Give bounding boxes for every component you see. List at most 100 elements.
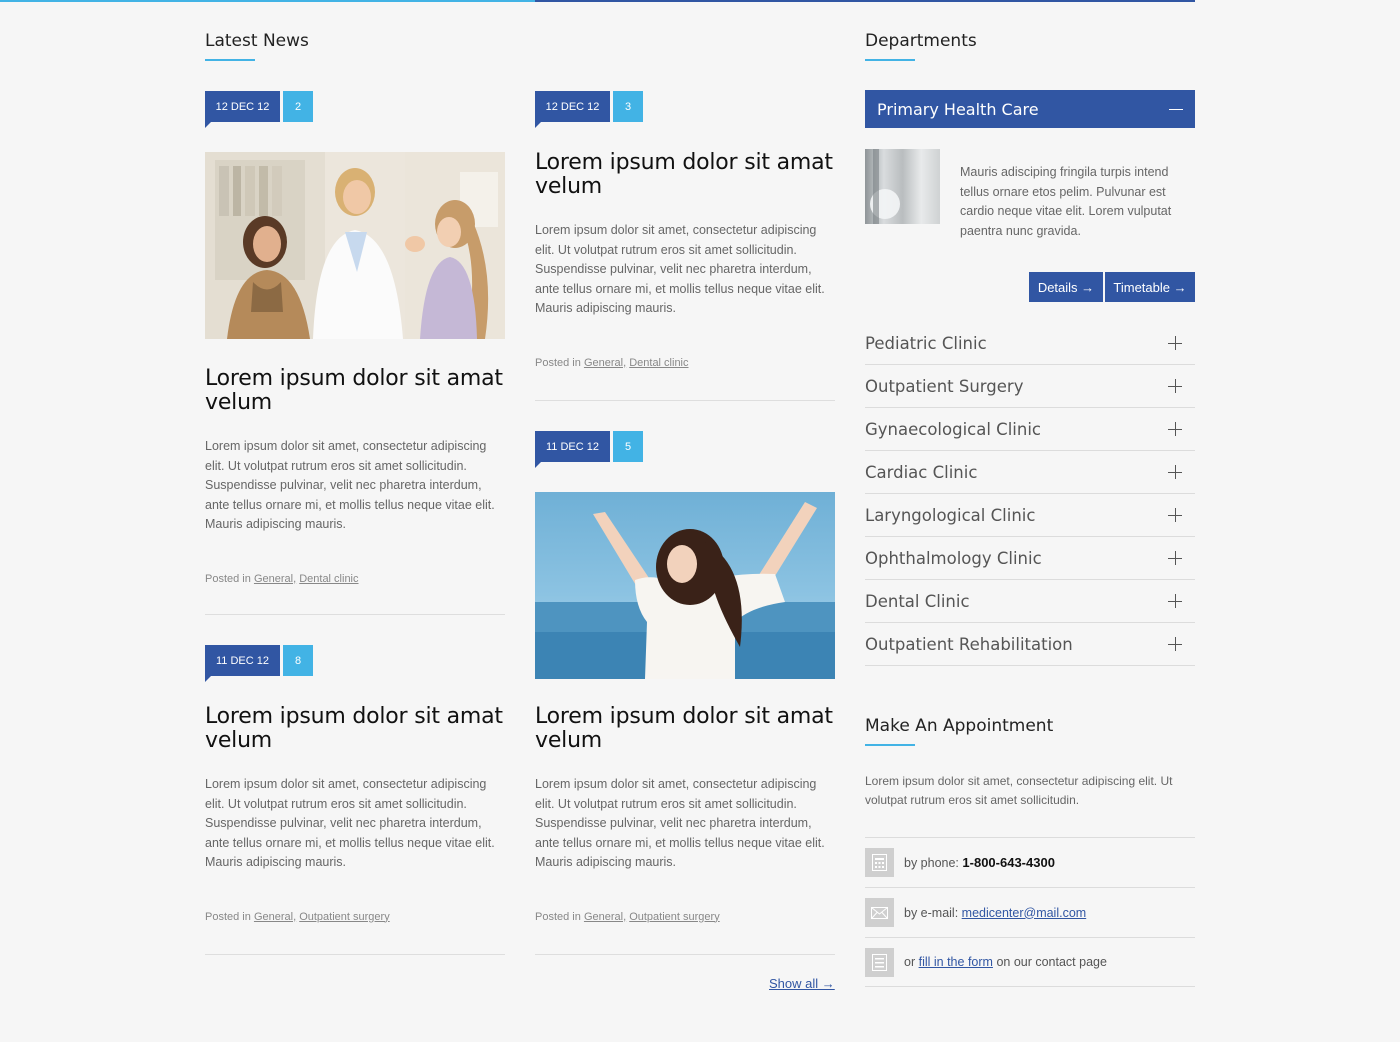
category-link[interactable]: Outpatient surgery — [629, 911, 720, 923]
posted-in: Posted in General, Dental clinic — [205, 573, 505, 585]
expand-plus-icon[interactable] — [1168, 336, 1182, 350]
posted-in-label: Posted in — [535, 910, 581, 923]
timetable-button[interactable]: Timetable → — [1105, 272, 1195, 302]
news-article: 11 DEC 12 8 Lorem ipsum dolor sit amat v… — [205, 645, 505, 923]
email-label: by e-mail: — [904, 905, 959, 920]
article-divider — [205, 614, 505, 615]
dept-item-label: Gynaecological Clinic — [865, 419, 1041, 439]
category-link[interactable]: Dental clinic — [629, 357, 688, 369]
date-badge: 11 DEC 12 8 — [205, 645, 505, 682]
dept-item-outpatient-surgery[interactable]: Outpatient Surgery — [865, 365, 1195, 408]
contact-phone-row: by phone: 1-800-643-4300 — [865, 837, 1195, 887]
date-badge: 11 DEC 12 5 — [535, 431, 835, 468]
article-title[interactable]: Lorem ipsum dolor sit amat velum — [205, 705, 505, 753]
article-date: 12 DEC 12 — [205, 91, 280, 128]
dept-item-dental-clinic[interactable]: Dental Clinic — [865, 580, 1195, 623]
appointment-text: Lorem ipsum dolor sit amet, consectetur … — [865, 774, 1173, 807]
news-article-body: Lorem ipsum dolor sit amat velum Lorem i… — [535, 705, 835, 923]
category-link[interactable]: Outpatient surgery — [299, 911, 390, 923]
dept-item-gynaecological-clinic[interactable]: Gynaecological Clinic — [865, 408, 1195, 451]
article-excerpt: Lorem ipsum dolor sit amet, consectetur … — [535, 777, 825, 869]
posted-in: Posted in General, Dental clinic — [535, 357, 835, 369]
dept-item-ophthalmology-clinic[interactable]: Ophthalmology Clinic — [865, 537, 1195, 580]
form-icon — [865, 947, 894, 977]
heading-underline — [205, 59, 255, 61]
article-date: 12 DEC 12 — [535, 91, 610, 128]
form-prefix: or — [904, 955, 916, 969]
article-date: 11 DEC 12 — [205, 645, 280, 682]
posted-in: Posted in General, Outpatient surgery — [535, 911, 835, 923]
collapse-minus-icon[interactable] — [1169, 108, 1183, 110]
article-excerpt: Lorem ipsum dolor sit amet, consectetur … — [205, 439, 495, 531]
category-link[interactable]: General, — [254, 573, 296, 585]
appointment-heading: Make An Appointment — [865, 716, 1054, 736]
dept-item-cardiac-clinic[interactable]: Cardiac Clinic — [865, 451, 1195, 494]
comment-count[interactable]: 5 — [613, 431, 643, 462]
article-title[interactable]: Lorem ipsum dolor sit amat velum — [205, 367, 505, 415]
expand-plus-icon[interactable] — [1168, 637, 1182, 651]
posted-in-label: Posted in — [535, 356, 581, 369]
phone-number[interactable]: 1-800-643-4300 — [962, 855, 1055, 870]
date-badge: 12 DEC 12 2 — [205, 91, 505, 128]
dept-thumbnail-image — [865, 149, 940, 224]
fill-form-link[interactable]: fill in the form — [919, 955, 993, 969]
form-suffix: on our contact page — [996, 955, 1107, 969]
news-article: 12 DEC 12 2 Lorem ipsum dolor sit amat v… — [205, 91, 505, 585]
dept-item-label: Ophthalmology Clinic — [865, 548, 1042, 568]
dept-description: Mauris adisciping fringila turpis intend… — [960, 165, 1172, 238]
top-accent-line — [535, 0, 1195, 2]
phone-icon — [865, 848, 894, 877]
article-divider — [535, 400, 835, 401]
date-badge: 12 DEC 12 3 — [535, 91, 835, 128]
article-divider — [535, 954, 835, 955]
details-button[interactable]: Details → — [1029, 272, 1103, 302]
expand-plus-icon[interactable] — [1168, 379, 1182, 393]
contact-list: by phone: 1-800-643-4300 by e-mail: medi… — [865, 837, 1195, 987]
posted-in-label: Posted in — [205, 910, 251, 923]
expand-plus-icon[interactable] — [1168, 508, 1182, 522]
contact-email-row: by e-mail: medicenter@mail.com — [865, 887, 1195, 937]
expand-plus-icon[interactable] — [1168, 594, 1182, 608]
dept-item-label: Dental Clinic — [865, 591, 970, 611]
expand-plus-icon[interactable] — [1168, 422, 1182, 436]
dept-item-label: Outpatient Surgery — [865, 376, 1024, 396]
category-link[interactable]: General, — [254, 911, 296, 923]
news-article: 11 DEC 12 5 — [535, 431, 835, 679]
article-photo-woman-beach[interactable] — [535, 492, 835, 679]
phone-label: by phone: — [904, 855, 959, 870]
dept-accordion-active-header[interactable]: Primary Health Care — [865, 90, 1195, 128]
dept-item-label: Cardiac Clinic — [865, 462, 978, 482]
article-title[interactable]: Lorem ipsum dolor sit amat velum — [535, 151, 835, 199]
comment-count[interactable]: 3 — [613, 91, 643, 122]
expand-plus-icon[interactable] — [1168, 551, 1182, 565]
category-link[interactable]: General, — [584, 911, 626, 923]
dept-item-pediatric-clinic[interactable]: Pediatric Clinic — [865, 322, 1195, 365]
posted-in: Posted in General, Outpatient surgery — [205, 911, 505, 923]
posted-in-label: Posted in — [205, 572, 251, 585]
comment-count[interactable]: 8 — [283, 645, 313, 676]
article-date: 11 DEC 12 — [535, 431, 610, 468]
news-article: 12 DEC 12 3 Lorem ipsum dolor sit amat v… — [535, 91, 835, 369]
latest-news-heading: Latest News — [205, 31, 309, 51]
envelope-icon — [865, 898, 894, 927]
category-link[interactable]: General, — [584, 357, 626, 369]
dept-item-label: Pediatric Clinic — [865, 333, 987, 353]
article-title[interactable]: Lorem ipsum dolor sit amat velum — [535, 705, 835, 753]
comment-count[interactable]: 2 — [283, 91, 313, 122]
expand-plus-icon[interactable] — [1168, 465, 1182, 479]
article-photo-doctor-child[interactable] — [205, 152, 505, 339]
email-link[interactable]: medicenter@mail.com — [962, 906, 1087, 920]
dept-active-title: Primary Health Care — [877, 99, 1039, 119]
article-excerpt: Lorem ipsum dolor sit amet, consectetur … — [205, 777, 495, 869]
article-divider — [205, 954, 505, 955]
contact-form-row: or fill in the form on our contact page — [865, 937, 1195, 987]
heading-underline — [865, 744, 915, 746]
show-all-link[interactable]: Show all → — [769, 976, 835, 991]
dept-item-outpatient-rehabilitation[interactable]: Outpatient Rehabilitation — [865, 623, 1195, 666]
category-link[interactable]: Dental clinic — [299, 573, 358, 585]
top-accent-line — [0, 0, 535, 2]
dept-item-label: Laryngological Clinic — [865, 505, 1036, 525]
departments-heading: Departments — [865, 31, 977, 51]
heading-underline — [865, 59, 915, 61]
dept-item-laryngological-clinic[interactable]: Laryngological Clinic — [865, 494, 1195, 537]
